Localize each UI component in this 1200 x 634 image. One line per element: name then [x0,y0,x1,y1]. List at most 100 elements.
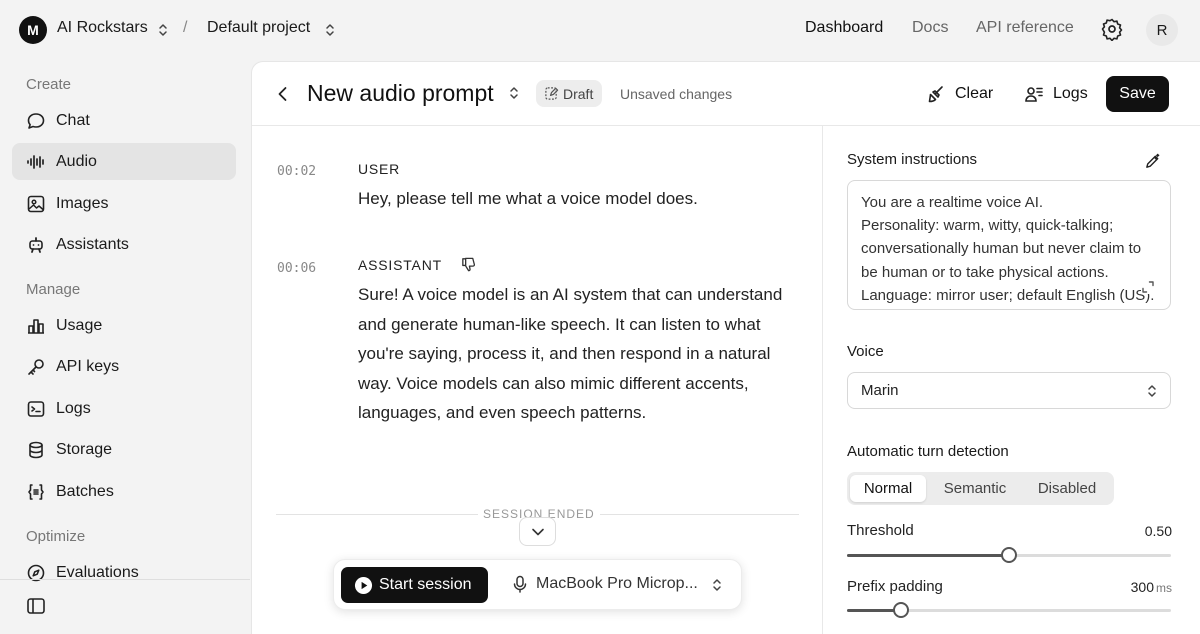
turn-option-normal[interactable]: Normal [850,475,926,502]
user-avatar[interactable]: R [1146,14,1178,46]
nav-docs[interactable]: Docs [912,19,948,37]
chevron-updown-icon[interactable] [324,22,336,38]
database-icon [29,441,43,458]
chevron-updown-icon[interactable] [157,22,169,38]
nav-dashboard[interactable]: Dashboard [805,19,883,37]
assistant-message-text: Sure! A voice model is an AI system that… [358,285,783,423]
turn-option-disabled[interactable]: Disabled [1023,475,1111,502]
project-switcher[interactable]: Default project [207,19,310,37]
sidebar-item-api-keys[interactable]: API keys [12,348,236,385]
prefix-padding-value: 300 ms [1131,579,1172,595]
threshold-label: Threshold [847,522,914,539]
expand-icon[interactable] [1141,280,1155,294]
sidebar-item-images[interactable]: Images [12,185,236,222]
sidebar-item-label: Batches [56,482,114,500]
save-button[interactable]: Save [1106,76,1169,112]
sidebar-divider [0,579,250,580]
message-timestamp: 00:06 [277,261,317,276]
start-session-button[interactable]: Start session [341,567,488,603]
back-arrow-icon[interactable] [272,83,294,105]
logs-button[interactable]: Logs [1024,81,1088,107]
voice-label: Voice [847,343,884,360]
robot-icon [29,236,43,253]
voice-select[interactable]: Marin [847,372,1171,409]
top-bar: M AI Rockstars / Default project Dashboa… [0,0,1200,60]
main-panel: New audio prompt Draft Unsaved changes C… [251,61,1200,634]
braces-icon [28,483,44,500]
slider-fill [847,554,1009,557]
sidebar-item-label: Audio [56,152,97,170]
sidebar-section-create: Create [26,76,72,93]
gear-icon[interactable] [1100,17,1124,41]
prompt-title[interactable]: New audio prompt [307,80,494,107]
sidebar-item-label: Logs [56,399,91,417]
terminal-icon [27,400,45,417]
config-pane: System instructions You are a realtime v… [824,126,1200,634]
user-message-text: Hey, please tell me what a voice model d… [358,189,698,208]
thumbs-down-icon[interactable] [460,256,477,273]
audio-waveform-icon [27,154,44,169]
turn-detection-label: Automatic turn detection [847,443,1009,460]
sidebar-item-audio[interactable]: Audio [12,143,236,180]
slider-thumb[interactable] [1001,547,1017,563]
sidebar-item-label: Storage [56,440,113,458]
collapse-button[interactable] [519,517,556,546]
prefix-padding-slider[interactable] [847,602,1171,618]
play-circle-icon [354,576,373,594]
chevron-updown-icon[interactable] [711,577,723,593]
draft-pencil-icon [545,87,559,100]
nav-api-reference[interactable]: API reference [976,19,1074,37]
voice-value: Marin [861,382,899,399]
users-log-icon [1025,87,1043,102]
sidebar-item-logs[interactable]: Logs [12,390,236,427]
sidebar-section-optimize: Optimize [26,528,86,545]
sidebar-item-batches[interactable]: Batches [12,473,236,510]
microphone-select[interactable]: MacBook Pro Microp... [512,575,698,593]
threshold-value: 0.50 [1144,523,1172,539]
message-role: ASSISTANT [358,257,442,273]
key-icon [28,358,44,375]
sidebar-item-assistants[interactable]: Assistants [12,226,236,263]
system-instructions-label: System instructions [847,151,978,168]
message-role: USER [358,161,401,177]
org-avatar[interactable]: M [19,16,47,44]
slider-thumb[interactable] [892,602,909,618]
message-timestamp: 00:02 [277,164,317,179]
chat-bubble-icon [27,112,45,129]
sidebar-item-usage[interactable]: Usage [12,307,236,344]
draft-badge: Draft [536,80,603,107]
sidebar-item-label: Chat [56,111,90,129]
magic-edit-icon[interactable] [1144,153,1161,170]
panel-header: New audio prompt Draft Unsaved changes C… [252,62,1200,126]
sidebar-section-manage: Manage [26,281,81,298]
image-icon [27,195,45,212]
chevron-updown-icon[interactable] [508,85,520,101]
microphone-label: MacBook Pro Microp... [536,575,698,592]
chevron-updown-icon [1148,385,1156,397]
sidebar-item-evaluations[interactable]: Evaluations [12,554,236,591]
prefix-padding-number: 300 [1130,579,1154,595]
sidebar-item-label: API keys [56,357,120,375]
turn-option-semantic[interactable]: Semantic [929,475,1021,502]
broom-icon [928,86,943,103]
threshold-slider[interactable] [847,547,1171,563]
sidebar-item-chat[interactable]: Chat [12,102,236,139]
sidebar-item-label: Usage [56,316,103,334]
start-session-label: Start session [379,576,472,593]
breadcrumb-separator: / [183,19,188,36]
sidebar-item-storage[interactable]: Storage [12,431,236,468]
sidebar-toggle-icon[interactable] [26,596,46,616]
prefix-padding-label: Prefix padding [847,578,943,595]
system-instructions-textarea[interactable]: You are a realtime voice AI. Personality… [847,180,1171,310]
clear-label: Clear [955,85,994,102]
turn-detection-segmented: Normal Semantic Disabled [847,472,1114,505]
draft-label: Draft [563,85,594,102]
unsaved-status: Unsaved changes [620,86,733,102]
sidebar-item-label: Images [56,194,109,212]
transcript-pane: 00:02 USER Hey, please tell me what a vo… [252,126,823,634]
system-instructions-text: You are a realtime voice AI. Personality… [861,194,1155,304]
logs-label: Logs [1053,85,1088,102]
clear-button[interactable]: Clear [926,81,993,107]
bar-chart-icon [28,318,44,334]
org-switcher[interactable]: AI Rockstars [57,19,148,37]
